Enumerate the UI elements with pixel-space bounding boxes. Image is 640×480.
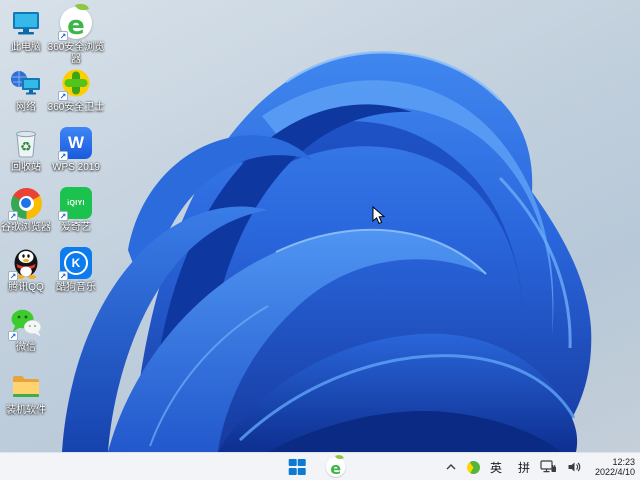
taskbar: e 英 拼 12:23 2022/4/10 [0, 452, 640, 480]
tray-volume-icon[interactable] [567, 460, 581, 474]
shortcut-arrow-icon: ↗ [8, 271, 18, 281]
ime-language-indicator[interactable]: 英 [490, 459, 502, 476]
desktop-icon-label: 微信 [16, 342, 36, 353]
desktop-icon-360-browser[interactable]: e ↗ 360安全浏览器 [48, 1, 104, 66]
iqiyi-icon: iQIYI ↗ [58, 185, 94, 221]
taskbar-360-browser-button[interactable]: e [325, 453, 346, 477]
desktop-icon-network[interactable]: 网络 [1, 65, 51, 114]
chrome-icon: ↗ [8, 185, 44, 221]
shortcut-arrow-icon: ↗ [58, 31, 68, 41]
desktop-icon-label: 装机软件 [6, 405, 46, 416]
windows-desktop[interactable]: 此电脑 网络 ♻ 回收站 ↗ 谷歌浏览器 ↗ 腾讯QQ ↗ 微信 装机软件 e … [0, 0, 640, 480]
this-pc-icon [8, 5, 44, 41]
ime-mode-indicator[interactable]: 拼 [518, 459, 530, 476]
360-safe-icon: ↗ [58, 65, 94, 101]
shortcut-arrow-icon: ↗ [8, 331, 18, 341]
folder-icon [8, 368, 44, 404]
tray-360-safe-icon[interactable] [466, 460, 480, 474]
desktop-icon-label: 360安全卫士 [47, 102, 105, 113]
desktop-icon-wps[interactable]: W ↗ WPS 2019 [51, 125, 101, 174]
shortcut-arrow-icon: ↗ [8, 211, 18, 221]
wechat-icon: ↗ [8, 305, 44, 341]
desktop-icon-qq[interactable]: ↗ 腾讯QQ [1, 245, 51, 294]
start-button[interactable] [288, 458, 306, 476]
shortcut-arrow-icon: ↗ [58, 91, 68, 101]
tray-chevron-up-icon[interactable] [445, 462, 457, 472]
desktop-icon-software-folder[interactable]: 装机软件 [1, 368, 51, 417]
tray-network-icon[interactable] [540, 460, 557, 474]
kugou-icon: K ↗ [58, 245, 94, 281]
desktop-icon-label: 爱奇艺 [61, 222, 91, 233]
desktop-icon-label: 360安全浏览器 [47, 42, 105, 65]
360-browser-icon: e ↗ [58, 1, 94, 41]
recycle-bin-icon: ♻ [8, 125, 44, 161]
qq-penguin-icon: ↗ [8, 245, 44, 281]
svg-text:♻: ♻ [20, 139, 32, 154]
desktop-icon-label: WPS 2019 [52, 162, 100, 173]
network-icon [8, 65, 44, 101]
taskbar-clock[interactable]: 12:23 2022/4/10 [591, 457, 635, 478]
desktop-icon-360-safe[interactable]: ↗ 360安全卫士 [48, 65, 104, 114]
shortcut-arrow-icon: ↗ [58, 271, 68, 281]
clock-time: 12:23 [612, 456, 635, 467]
desktop-icon-chrome[interactable]: ↗ 谷歌浏览器 [1, 185, 51, 234]
shortcut-arrow-icon: ↗ [58, 151, 68, 161]
desktop-icon-this-pc[interactable]: 此电脑 [1, 5, 51, 54]
clock-date: 2022/4/10 [594, 467, 635, 477]
shortcut-arrow-icon: ↗ [58, 211, 68, 221]
desktop-icon-iqiyi[interactable]: iQIYI ↗ 爱奇艺 [51, 185, 101, 234]
desktop-icon-recycle-bin[interactable]: ♻ 回收站 [1, 125, 51, 174]
desktop-icon-label: 酷狗音乐 [56, 282, 96, 293]
wps-icon: W ↗ [58, 125, 94, 161]
desktop-icon-wechat[interactable]: ↗ 微信 [1, 305, 51, 354]
desktop-icon-kugou[interactable]: K ↗ 酷狗音乐 [51, 245, 101, 294]
